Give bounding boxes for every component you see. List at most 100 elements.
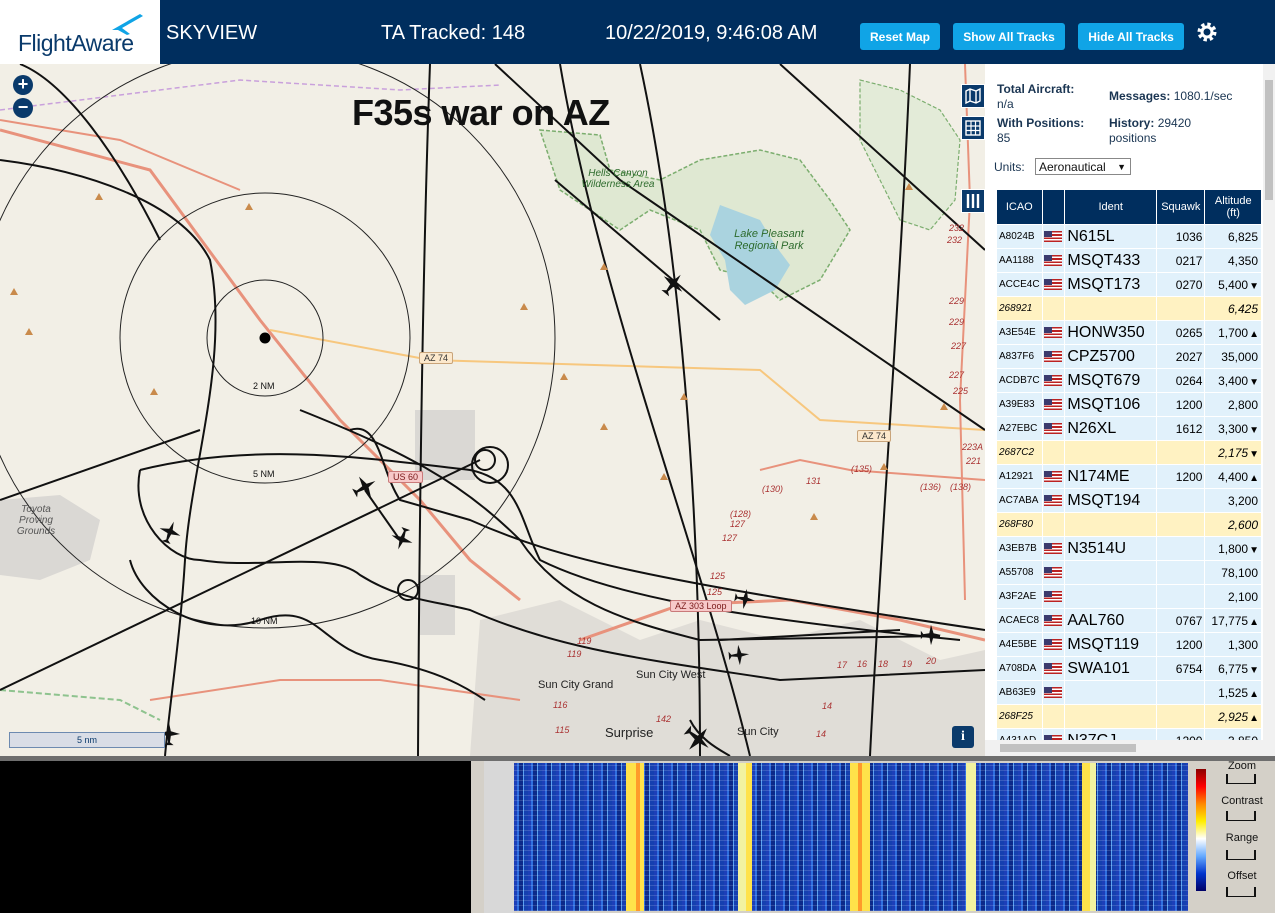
total-aircraft-label: Total Aircraft: <box>997 82 1075 96</box>
table-row[interactable]: AB63E9 1,525▲ <box>997 681 1261 704</box>
map-overlay-title: F35s war on AZ <box>352 92 610 133</box>
icao-cell: AB63E9 <box>997 681 1042 704</box>
table-row[interactable]: AA1188 MSQT433 0217 4,350 <box>997 249 1261 272</box>
table-row[interactable]: A3E54E HONW350 0265 1,700▲ <box>997 321 1261 344</box>
flag-cell <box>1042 321 1065 344</box>
altitude-value: 4,350 <box>1227 253 1258 268</box>
zoom-slider[interactable] <box>1226 774 1256 784</box>
table-row[interactable]: 268921 6,425 <box>997 297 1261 320</box>
flag-cell <box>1042 537 1065 560</box>
aircraft-icon[interactable] <box>660 271 686 297</box>
aircraft-icon[interactable] <box>352 474 378 500</box>
table-row[interactable]: A39E83 MSQT106 1200 2,800 <box>997 393 1261 416</box>
column-header-altitude[interactable]: Altitude (ft) <box>1205 190 1261 224</box>
ident-cell <box>1065 441 1157 464</box>
table-row[interactable]: A708DA SWA101 6754 6,775▼ <box>997 657 1261 680</box>
table-row[interactable]: A837F6 CPZ5700 2027 35,000 <box>997 345 1261 368</box>
flag-cell <box>1042 465 1065 488</box>
us-flag-icon <box>1043 567 1062 579</box>
hide-all-tracks-button[interactable]: Hide All Tracks <box>1078 23 1184 50</box>
spectrum-waterfall[interactable] <box>514 763 1188 911</box>
squawk-cell: 0217 <box>1157 249 1205 272</box>
column-header-ident[interactable]: Ident <box>1065 190 1157 224</box>
scrollbar-thumb[interactable] <box>1265 80 1273 200</box>
table-row[interactable]: ACDB7C MSQT679 0264 3,400▼ <box>997 369 1261 392</box>
altitude-cell: 2,600 <box>1205 513 1261 536</box>
aircraft-icon[interactable] <box>158 520 182 544</box>
map-layers-button[interactable] <box>961 84 985 108</box>
road-number: 127 <box>730 519 746 529</box>
table-row[interactable]: 268F80 2,600 <box>997 513 1261 536</box>
zoom-in-button[interactable]: + <box>13 75 33 95</box>
flightaware-logo[interactable]: FlightAware <box>0 0 160 64</box>
table-row[interactable]: A4E5BE MSQT119 1200 1,300 <box>997 633 1261 656</box>
scrollbar-thumb[interactable] <box>1000 744 1136 752</box>
aircraft-icon[interactable] <box>390 527 414 551</box>
offset-slider[interactable] <box>1226 887 1256 897</box>
units-select[interactable]: Aeronautical ▼ <box>1035 158 1131 175</box>
road-number: 227 <box>949 370 965 380</box>
altitude-trend-icon: ▲ <box>1249 688 1259 700</box>
us-flag-icon <box>1043 279 1062 291</box>
gear-icon[interactable] <box>1195 20 1219 44</box>
aircraft-icon[interactable] <box>683 724 713 754</box>
flag-cell <box>1042 297 1065 320</box>
table-row[interactable]: A3EB7B N3514U 1,800▼ <box>997 537 1261 560</box>
history-unit: positions <box>1109 131 1157 145</box>
altitude-cell: 1,700▲ <box>1205 321 1261 344</box>
icao-cell: A837F6 <box>997 345 1042 368</box>
us-flag-icon <box>1043 471 1062 483</box>
squawk-cell: 2027 <box>1157 345 1205 368</box>
table-row[interactable]: A55708 78,100 <box>997 561 1261 584</box>
table-row[interactable]: ACCE4C MSQT173 0270 5,400▼ <box>997 273 1261 296</box>
squawk-cell: 1612 <box>1157 417 1205 440</box>
place-sun-city-grand: Sun City Grand <box>538 679 614 691</box>
grid-toggle-button[interactable] <box>961 116 985 140</box>
app-name: SKYVIEW <box>166 22 258 44</box>
road-number: 221 <box>966 456 982 466</box>
table-row[interactable]: AC7ABA MSQT194 3,200 <box>997 489 1261 512</box>
sidebar-vertical-scrollbar[interactable] <box>1263 64 1275 740</box>
info-button[interactable]: i <box>952 726 974 748</box>
altitude-value: 3,300 <box>1218 421 1249 436</box>
map-view[interactable]: + − F35s war on AZ 2 NM 5 NM 10 NM Hells… <box>0 64 985 756</box>
altitude-cell: 3,300▼ <box>1205 417 1261 440</box>
aircraft-icon[interactable] <box>920 624 942 646</box>
table-row[interactable]: A27EBC N26XL 1612 3,300▼ <box>997 417 1261 440</box>
squawk-cell: 0270 <box>1157 273 1205 296</box>
road-shield-az303: AZ 303 Loop <box>670 600 732 612</box>
column-header-flag[interactable] <box>1042 190 1065 224</box>
table-row[interactable]: A12921 N174ME 1200 4,400▲ <box>997 465 1261 488</box>
columns-toggle-button[interactable] <box>961 189 985 213</box>
road-number: 115 <box>555 725 570 735</box>
zoom-out-button[interactable]: − <box>13 98 33 118</box>
flag-cell <box>1042 417 1065 440</box>
reset-map-button[interactable]: Reset Map <box>860 23 940 50</box>
table-row[interactable]: 268F25 2,925▲ <box>997 705 1261 728</box>
table-row[interactable]: ACAEC8 AAL760 0767 17,775▲ <box>997 609 1261 632</box>
altitude-cell: 2,175▼ <box>1205 441 1261 464</box>
column-header-squawk[interactable]: Squawk <box>1157 190 1205 224</box>
aircraft-icon[interactable] <box>728 644 750 666</box>
altitude-value: 2,100 <box>1227 589 1258 604</box>
road-number: 17 <box>837 660 848 670</box>
sidebar-horizontal-scrollbar[interactable] <box>985 740 1275 756</box>
contrast-slider[interactable] <box>1226 811 1256 821</box>
ident-cell <box>1065 561 1157 584</box>
road-number: 14 <box>822 701 833 711</box>
table-row[interactable]: A8024B N615L 1036 6,825 <box>997 225 1261 248</box>
messages-stat: Messages: 1080.1/sec <box>1109 89 1232 104</box>
altitude-cell: 1,300 <box>1205 633 1261 656</box>
altitude-trend-icon: ▲ <box>1249 712 1259 724</box>
table-row[interactable]: 2687C2 2,175▼ <box>997 441 1261 464</box>
column-header-icao[interactable]: ICAO <box>997 190 1042 224</box>
aircraft-icon[interactable] <box>734 588 756 610</box>
road-number: 119 <box>567 649 582 659</box>
table-row[interactable]: A3F2AE 2,100 <box>997 585 1261 608</box>
squawk-cell <box>1157 489 1205 512</box>
ident-cell: HONW350 <box>1065 321 1157 344</box>
range-slider[interactable] <box>1226 850 1256 860</box>
range-label: Range <box>1225 832 1259 844</box>
show-all-tracks-button[interactable]: Show All Tracks <box>953 23 1065 50</box>
zoom-label: Zoom <box>1227 760 1257 772</box>
